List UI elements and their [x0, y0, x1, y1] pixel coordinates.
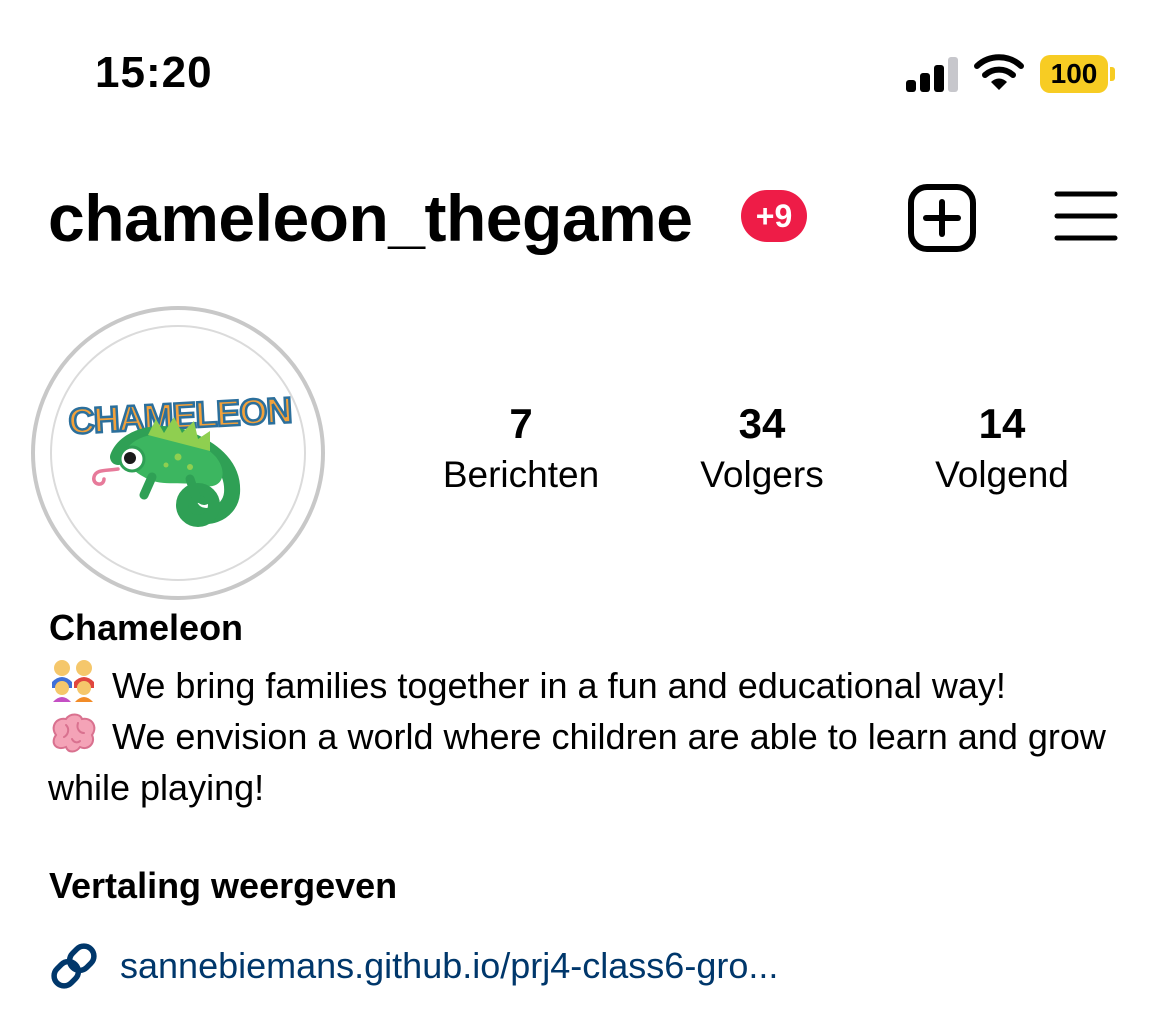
- translate-bio-button[interactable]: Vertaling weergeven: [49, 862, 397, 910]
- profile-bio: We bring families together in a fun and …: [48, 658, 1108, 813]
- battery-nub: [1110, 67, 1115, 81]
- stat-followers-count: 34: [738, 400, 786, 447]
- stat-posts[interactable]: 7 Berichten: [401, 398, 641, 500]
- bio-line-brain: We envision a world where children are a…: [48, 711, 1108, 813]
- link-icon: [51, 943, 97, 989]
- brain-emoji-icon: [52, 713, 96, 753]
- stat-followers-label: Volgers: [700, 454, 824, 495]
- cellular-signal-icon: [906, 56, 960, 92]
- stat-posts-label: Berichten: [442, 454, 600, 495]
- instagram-profile-screen: 15:20 100 chameleon_thegame +9 CHAMELEON: [0, 0, 1170, 1016]
- profile-link[interactable]: sannebiemans.github.io/prj4-class6-gro..…: [48, 940, 778, 992]
- notification-count: +9: [755, 197, 793, 234]
- profile-display-name: Chameleon: [49, 607, 244, 648]
- status-time: 15:20: [95, 48, 213, 97]
- family-emoji-icon: [52, 660, 94, 702]
- wifi-icon: [974, 54, 1024, 90]
- stat-posts-count: 7: [509, 400, 533, 447]
- plus-square-icon[interactable]: [906, 182, 978, 254]
- bio-line-family: We bring families together in a fun and …: [48, 658, 1108, 711]
- stat-following-label: Volgend: [935, 454, 1069, 495]
- notification-badge[interactable]: +9: [741, 190, 807, 242]
- hamburger-menu-icon[interactable]: [1054, 190, 1118, 242]
- stat-following-count: 14: [978, 400, 1026, 447]
- avatar[interactable]: CHAMELEON: [50, 325, 306, 581]
- chameleon-logo: CHAMELEON: [66, 388, 294, 527]
- stat-following[interactable]: 14 Volgend: [882, 398, 1122, 500]
- profile-link-text: sannebiemans.github.io/prj4-class6-gro..…: [120, 945, 779, 986]
- battery-level: 100: [1050, 58, 1098, 89]
- stat-followers[interactable]: 34 Volgers: [642, 398, 882, 500]
- bio-line1-text: We bring families together in a fun and …: [112, 665, 1006, 706]
- bio-line2-text: We envision a world where children are a…: [48, 716, 1106, 808]
- profile-username[interactable]: chameleon_thegame: [48, 178, 693, 258]
- battery-indicator: 100: [1040, 55, 1108, 93]
